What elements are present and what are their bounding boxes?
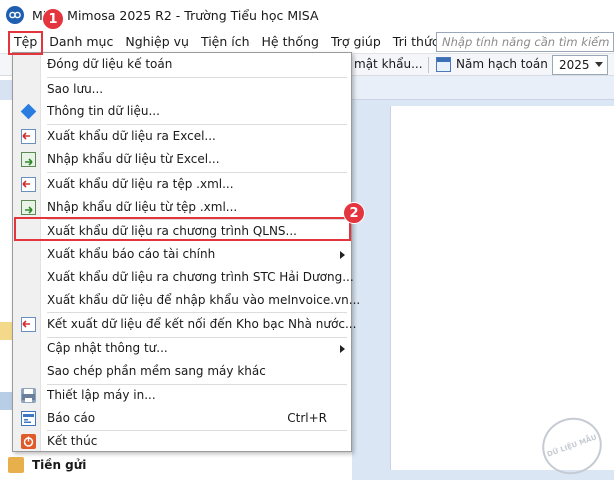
menu-item-printer-setup[interactable]: Thiết lập máy in... xyxy=(13,384,351,407)
menu-item-export-xml[interactable]: Xuất khẩu dữ liệu ra tệp .xml... xyxy=(13,173,351,196)
left-panel-icon xyxy=(0,392,12,410)
menu-item-report[interactable]: Báo cáo Ctrl+R xyxy=(13,407,351,430)
menu-item-shortcut: Ctrl+R xyxy=(287,411,327,425)
workspace-content xyxy=(390,106,614,470)
calendar-icon xyxy=(436,57,451,72)
report-icon xyxy=(21,411,36,426)
exit-icon xyxy=(21,434,36,449)
menu-catalog[interactable]: Danh mục xyxy=(43,31,119,53)
menu-item-label: Sao lưu... xyxy=(47,82,104,96)
menu-item-label: Xuất khẩu báo cáo tài chính xyxy=(47,247,216,261)
highlight-export-qlns xyxy=(14,217,351,241)
menu-item-label: Xuất khẩu dữ liệu ra Excel... xyxy=(47,129,216,143)
menu-item-label: Xuất khẩu dữ liệu ra tệp .xml... xyxy=(47,177,234,191)
nav-item-deposits[interactable]: Tiền gửi xyxy=(0,450,352,480)
workspace-header xyxy=(352,76,614,100)
title-bar: MISA Mimosa 2025 R2 - Trường Tiểu học MI… xyxy=(0,0,614,30)
menu-operations[interactable]: Nghiệp vụ xyxy=(119,31,195,53)
menu-system[interactable]: Hệ thống xyxy=(256,31,325,53)
highlight-file-menu xyxy=(8,31,43,55)
info-icon xyxy=(20,103,37,120)
bank-deposit-icon xyxy=(8,457,24,473)
export-treasury-icon xyxy=(21,317,36,332)
menu-item-label: Cập nhật thông tư... xyxy=(47,341,168,355)
menu-item-label: Đóng dữ liệu kế toán xyxy=(47,57,173,71)
menu-item-label: Nhập khẩu dữ liệu từ tệp .xml... xyxy=(47,200,238,214)
export-xml-icon xyxy=(21,177,36,192)
menu-item-data-info[interactable]: Thông tin dữ liệu... xyxy=(13,100,351,123)
menu-item-label: Xuất khẩu dữ liệu để nhập khẩu vào meInv… xyxy=(47,293,361,307)
menu-item-copy-software[interactable]: Sao chép phần mềm sang máy khác xyxy=(13,360,351,383)
menu-item-label: Kết thúc xyxy=(47,434,98,448)
menu-item-label: Nhập khẩu dữ liệu từ Excel... xyxy=(47,152,220,166)
left-panel-header xyxy=(0,80,12,100)
menu-item-backup[interactable]: Sao lưu... xyxy=(13,78,351,101)
menu-item-export-treasury[interactable]: Kết xuất dữ liệu để kết nối đến Kho bạc … xyxy=(13,313,356,336)
step-badge-2: 2 xyxy=(343,202,365,224)
menu-utilities[interactable]: Tiện ích xyxy=(195,31,256,53)
menu-item-import-xml[interactable]: Nhập khẩu dữ liệu từ tệp .xml... xyxy=(13,196,351,219)
menu-item-export-excel[interactable]: Xuất khẩu dữ liệu ra Excel... xyxy=(13,125,351,148)
change-password-link[interactable]: mật khẩu... xyxy=(354,57,423,71)
menu-item-import-excel[interactable]: Nhập khẩu dữ liệu từ Excel... xyxy=(13,148,351,171)
menu-help[interactable]: Trợ giúp xyxy=(325,31,387,53)
menu-item-export-stc[interactable]: Xuất khẩu dữ liệu ra chương trình STC Hả… xyxy=(13,266,354,289)
window-title: MISA Mimosa 2025 R2 - Trường Tiểu học MI… xyxy=(32,7,319,23)
menu-item-update-circular[interactable]: Cập nhật thông tư... xyxy=(13,337,351,360)
menu-item-label: Sao chép phần mềm sang máy khác xyxy=(47,364,266,378)
file-menu-dropdown: Đóng dữ liệu kế toán Sao lưu... Thông ti… xyxy=(12,52,360,453)
nav-item-deposits-label: Tiền gửi xyxy=(32,458,87,472)
submenu-arrow-icon xyxy=(340,345,345,353)
menu-item-label: Báo cáo xyxy=(47,411,96,425)
fiscal-year-select[interactable]: 2025 xyxy=(552,55,608,75)
submenu-arrow-icon xyxy=(340,251,345,259)
misa-logo-icon xyxy=(6,6,24,24)
menu-item-close-data[interactable]: Đóng dữ liệu kế toán xyxy=(13,53,351,76)
toolbar-separator xyxy=(428,57,429,73)
menu-item-label: Thông tin dữ liệu... xyxy=(47,104,160,118)
step-badge-1: 1 xyxy=(42,8,64,30)
menu-item-label: Kết xuất dữ liệu để kết nối đến Kho bạc … xyxy=(47,317,357,331)
menu-item-export-financial-reports[interactable]: Xuất khẩu báo cáo tài chính xyxy=(13,243,351,266)
left-panel-icon xyxy=(0,322,12,340)
fiscal-year-value: 2025 xyxy=(559,58,590,72)
menu-item-label: Xuất khẩu dữ liệu ra chương trình STC Hả… xyxy=(47,270,354,284)
menu-item-exit[interactable]: Kết thúc xyxy=(13,430,351,453)
import-xml-icon xyxy=(21,200,36,215)
menu-item-label: Thiết lập máy in... xyxy=(47,388,156,402)
feature-search-input[interactable]: Nhập tính năng cần tìm kiếm (Ctrl + F) xyxy=(436,32,614,52)
export-excel-icon xyxy=(21,129,36,144)
menu-item-export-meinvoice[interactable]: Xuất khẩu dữ liệu để nhập khẩu vào meInv… xyxy=(13,289,360,312)
fiscal-year-label: Năm hạch toán xyxy=(456,57,548,71)
left-panel-edge xyxy=(0,76,12,480)
menu-bar: Tệp Danh mục Nghiệp vụ Tiện ích Hệ thống… xyxy=(0,30,614,54)
printer-icon xyxy=(21,388,36,403)
import-excel-icon xyxy=(21,152,36,167)
chevron-down-icon xyxy=(595,62,603,67)
